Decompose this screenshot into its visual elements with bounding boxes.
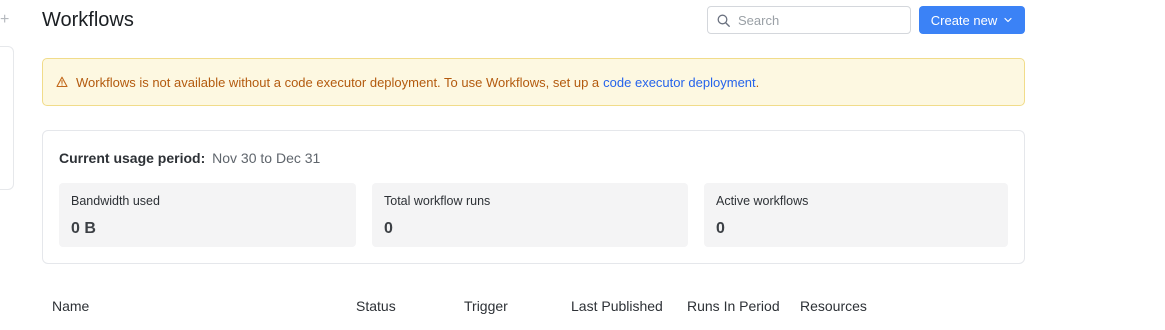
stat-label: Bandwidth used bbox=[71, 194, 160, 208]
chevron-down-icon bbox=[1004, 17, 1012, 23]
create-new-label: Create new bbox=[930, 12, 998, 28]
column-header-runs-in-period[interactable]: Runs In Period bbox=[687, 298, 780, 314]
stat-bandwidth-used: Bandwidth used 0 B bbox=[59, 183, 356, 247]
page-title: Workflows bbox=[42, 9, 134, 31]
usage-card: Current usage period: Nov 30 to Dec 31 B… bbox=[42, 130, 1025, 264]
code-executor-deployment-link[interactable]: code executor deployment bbox=[603, 75, 755, 90]
search-icon bbox=[717, 14, 730, 27]
create-new-button[interactable]: Create new bbox=[919, 6, 1025, 34]
stat-total-workflow-runs: Total workflow runs 0 bbox=[372, 183, 688, 247]
column-header-name[interactable]: Name bbox=[52, 298, 89, 314]
column-header-status[interactable]: Status bbox=[356, 298, 396, 314]
stat-value: 0 bbox=[384, 220, 393, 237]
side-panel bbox=[0, 46, 14, 190]
usage-period-value: Nov 30 to Dec 31 bbox=[212, 150, 321, 166]
warning-message: Workflows is not available without a cod… bbox=[76, 74, 600, 90]
warning-message-suffix: . bbox=[755, 74, 760, 90]
usage-period: Current usage period: Nov 30 to Dec 31 bbox=[59, 149, 320, 167]
search-box[interactable] bbox=[707, 6, 911, 34]
stat-value: 0 B bbox=[71, 220, 96, 237]
usage-period-label: Current usage period: bbox=[59, 150, 206, 166]
column-header-last-published[interactable]: Last Published bbox=[571, 298, 663, 314]
stat-value: 0 bbox=[716, 220, 725, 237]
warning-triangle-icon bbox=[56, 76, 68, 88]
column-header-resources[interactable]: Resources bbox=[800, 298, 867, 314]
stat-label: Total workflow runs bbox=[384, 194, 491, 208]
left-rail: + bbox=[0, 0, 14, 330]
add-icon[interactable]: + bbox=[0, 10, 9, 30]
stat-label: Active workflows bbox=[716, 194, 809, 208]
column-header-trigger[interactable]: Trigger bbox=[464, 298, 508, 314]
search-input[interactable] bbox=[738, 12, 898, 28]
stat-active-workflows: Active workflows 0 bbox=[704, 183, 1008, 247]
warning-banner: Workflows is not available without a cod… bbox=[42, 58, 1025, 106]
table-header: Name Status Trigger Last Published Runs … bbox=[42, 296, 1025, 318]
